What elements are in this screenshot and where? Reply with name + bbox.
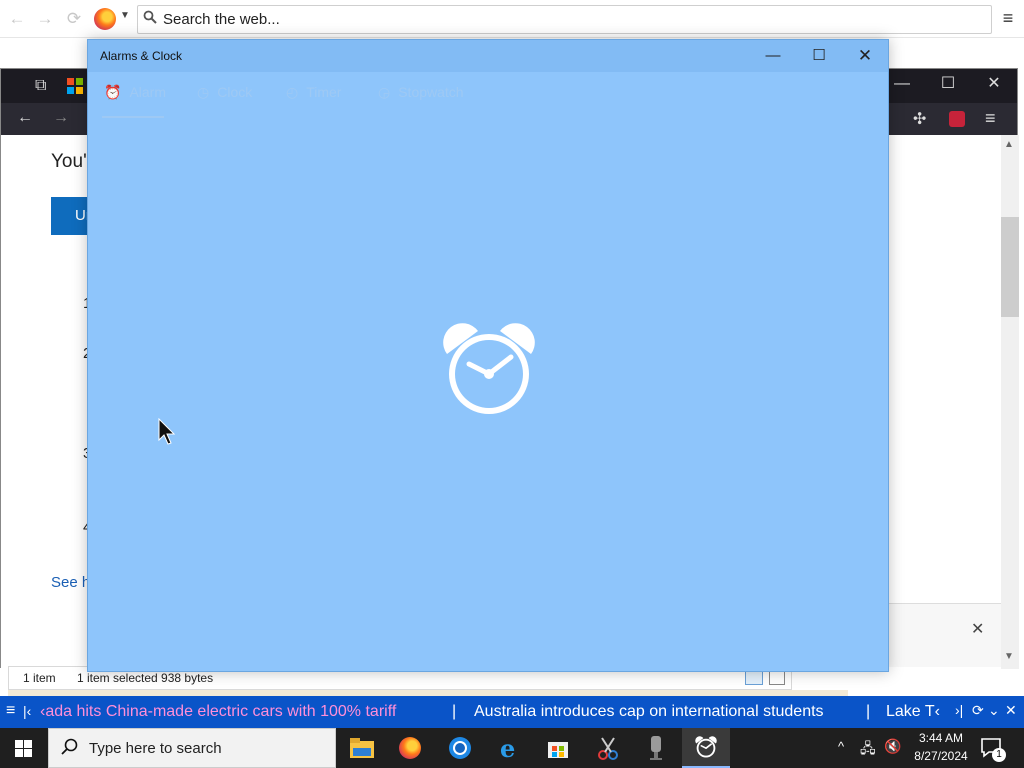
search-icon [61,738,79,761]
firefox-logo-icon[interactable] [94,8,116,30]
taskbar-search-box[interactable]: Type here to search [48,728,336,768]
refresh-icon[interactable]: ⟳ [972,702,984,719]
file-explorer-app[interactable] [338,728,386,768]
store-app[interactable] [534,728,582,768]
chevron-down-icon[interactable]: ▼ [120,10,130,21]
alarm-clock-icon [695,736,717,758]
alarm-icon: ⏰ [104,84,122,100]
alarm-clock-icon [443,323,535,414]
notification-count-badge: 1 [992,748,1006,762]
maximize-button[interactable]: ☐ [796,40,842,72]
tab-label: Clock [217,84,253,100]
chevron-down-icon[interactable]: ⌄ [988,702,1000,719]
close-icon[interactable]: ✕ [1005,702,1017,719]
start-button[interactable] [0,728,48,768]
tab-overview-icon[interactable]: ⧉ [35,77,46,95]
tab-label: Timer [306,84,342,100]
ticker-menu-icon[interactable]: ≡ [6,702,15,720]
item-count: 1 item [23,671,56,685]
svg-text:e: e [500,736,515,760]
windows-logo-icon [15,740,32,757]
alarms-clock-window: Alarms & Clock — ☐ ✕ ⏰ Alarm ◷ Clock ◴ Time… [87,39,889,672]
scrollbar-thumb[interactable] [1001,217,1019,317]
details-view-icon[interactable] [745,671,763,685]
clock-time[interactable]: 3:44 AM [912,731,970,745]
maximize-button[interactable]: ☐ [925,69,971,101]
folder-icon [350,738,374,758]
volume-muted-icon[interactable]: 🔇 [884,738,901,755]
help-link[interactable]: See h [51,574,90,591]
back-arrow-icon[interactable]: ← [17,109,33,127]
menu-icon[interactable]: ≡ [985,108,996,129]
voice-recorder-app[interactable] [632,728,680,768]
close-button[interactable]: ✕ [971,69,1017,101]
browser-toolbar: ← → ⟳ ▼ Search the web... ≡ [0,0,1024,38]
web-search-bar[interactable]: Search the web... [137,5,992,34]
search-icon [143,10,157,27]
timer-icon: ◴ [286,84,299,100]
close-button[interactable]: ✕ [842,40,888,72]
skip-forward-icon[interactable]: ›| [955,702,963,718]
extensions-icon[interactable]: ✣ [913,109,926,129]
separator: | [866,703,871,720]
edge-app[interactable]: e [486,728,534,768]
network-icon[interactable]: 🖧 [860,738,876,762]
scissors-icon [598,737,618,760]
edge-icon: e [500,736,515,760]
alarms-clock-app[interactable] [682,728,730,768]
tab-label: Alarm [129,84,166,100]
forward-button[interactable]: → [34,8,56,30]
stopwatch-icon: ◶ [378,84,391,100]
reload-button[interactable]: ⟳ [63,8,85,30]
tab-stopwatch[interactable]: ◶ Stopwatch [378,84,464,101]
scroll-up-icon[interactable]: ▲ [1004,139,1014,150]
store-bag-icon [548,742,568,758]
microphone-icon [650,736,662,760]
headline-2[interactable]: Australia introduces cap on internationa… [474,703,824,721]
ublock-icon[interactable] [949,111,965,127]
chrome-app[interactable] [436,728,484,768]
close-icon[interactable]: ✕ [971,619,984,639]
taskbar: Type here to search e ^ 🖧 🔇 3:44 AM 8/27… [0,728,1024,768]
app-tabs: ⏰ Alarm ◷ Clock ◴ Timer ◶ Stopwatch [88,72,888,114]
firefox-icon [399,737,421,759]
skip-back-icon[interactable]: |‹ [23,703,31,719]
mouse-cursor-icon [158,418,176,445]
page-heading: You' [51,151,87,172]
headline-1[interactable]: ‹ada hits China-made electric cars with … [40,703,396,721]
scrollbar[interactable] [1001,135,1019,669]
world-clock-icon: ◷ [197,84,210,100]
tab-alarm[interactable]: ⏰ Alarm [104,84,166,101]
snipping-tool-app[interactable] [584,728,632,768]
headline-3[interactable]: Lake T‹ [886,703,940,721]
chrome-icon [449,737,471,759]
clock-date[interactable]: 8/27/2024 [908,749,974,763]
scroll-down-icon[interactable]: ▼ [1004,651,1014,662]
forward-arrow-icon[interactable]: → [53,109,69,127]
hamburger-menu-button[interactable]: ≡ [998,8,1018,28]
active-tab-indicator [102,116,164,118]
taskbar-search-input[interactable]: Type here to search [89,740,222,757]
microsoft-logo-icon[interactable] [67,78,83,94]
news-ticker: ≡ |‹ ‹ada hits China-made electric cars … [0,696,1024,728]
tab-label: Stopwatch [398,84,464,100]
tab-clock[interactable]: ◷ Clock [197,84,252,101]
title-bar[interactable]: Alarms & Clock — ☐ ✕ [88,40,888,72]
window-title: Alarms & Clock [100,49,183,63]
separator: | [452,703,457,720]
tab-timer[interactable]: ◴ Timer [286,84,341,101]
show-hidden-icons-icon[interactable]: ^ [838,739,844,754]
firefox-app[interactable] [386,728,434,768]
search-input[interactable]: Search the web... [163,11,280,28]
minimize-button[interactable]: — [750,40,796,72]
back-button[interactable]: ← [6,8,28,30]
large-icons-view-icon[interactable] [769,671,785,685]
selection-info: 1 item selected 938 bytes [77,671,214,685]
